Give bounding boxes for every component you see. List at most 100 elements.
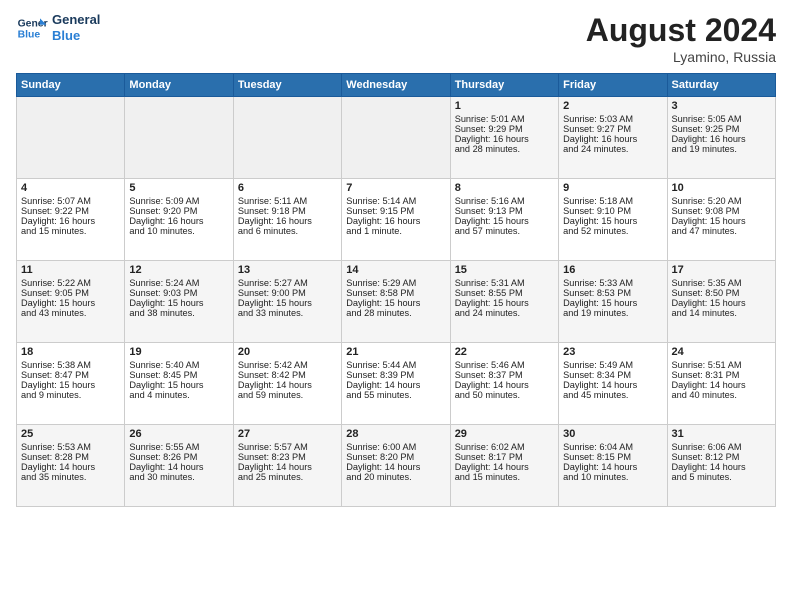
cell-content: and 15 minutes. xyxy=(21,226,120,236)
cell-content: Sunset: 8:37 PM xyxy=(455,370,554,380)
cell-content: Sunrise: 5:05 AM xyxy=(672,114,771,124)
day-number: 7 xyxy=(346,182,445,194)
cell-content: and 14 minutes. xyxy=(672,308,771,318)
cell-content: Sunset: 8:26 PM xyxy=(129,452,228,462)
day-number: 10 xyxy=(672,182,771,194)
calendar-cell: 3Sunrise: 5:05 AMSunset: 9:25 PMDaylight… xyxy=(667,97,775,179)
calendar-cell: 22Sunrise: 5:46 AMSunset: 8:37 PMDayligh… xyxy=(450,343,558,425)
calendar-cell: 25Sunrise: 5:53 AMSunset: 8:28 PMDayligh… xyxy=(17,425,125,507)
calendar-cell: 9Sunrise: 5:18 AMSunset: 9:10 PMDaylight… xyxy=(559,179,667,261)
cell-content: Daylight: 14 hours xyxy=(21,462,120,472)
cell-content: Sunrise: 5:27 AM xyxy=(238,278,337,288)
title-block: August 2024 Lyamino, Russia xyxy=(586,12,776,65)
cell-content: Sunset: 8:17 PM xyxy=(455,452,554,462)
cell-content: and 10 minutes. xyxy=(129,226,228,236)
cell-content: and 35 minutes. xyxy=(21,472,120,482)
cell-content: Sunrise: 5:35 AM xyxy=(672,278,771,288)
cell-content: Sunset: 8:39 PM xyxy=(346,370,445,380)
calendar-cell: 21Sunrise: 5:44 AMSunset: 8:39 PMDayligh… xyxy=(342,343,450,425)
weekday-header-thursday: Thursday xyxy=(450,74,558,97)
cell-content: Sunset: 9:22 PM xyxy=(21,206,120,216)
cell-content: Sunset: 8:53 PM xyxy=(563,288,662,298)
cell-content: Sunrise: 5:22 AM xyxy=(21,278,120,288)
calendar-cell: 29Sunrise: 6:02 AMSunset: 8:17 PMDayligh… xyxy=(450,425,558,507)
cell-content: Sunset: 8:45 PM xyxy=(129,370,228,380)
calendar-cell: 8Sunrise: 5:16 AMSunset: 9:13 PMDaylight… xyxy=(450,179,558,261)
cell-content: Sunset: 9:10 PM xyxy=(563,206,662,216)
cell-content: Daylight: 15 hours xyxy=(21,298,120,308)
cell-content: Sunrise: 5:44 AM xyxy=(346,360,445,370)
cell-content: Sunrise: 5:42 AM xyxy=(238,360,337,370)
cell-content: Sunrise: 5:14 AM xyxy=(346,196,445,206)
location-title: Lyamino, Russia xyxy=(586,49,776,65)
day-number: 1 xyxy=(455,100,554,112)
calendar-cell xyxy=(342,97,450,179)
calendar-cell: 28Sunrise: 6:00 AMSunset: 8:20 PMDayligh… xyxy=(342,425,450,507)
calendar-cell: 23Sunrise: 5:49 AMSunset: 8:34 PMDayligh… xyxy=(559,343,667,425)
cell-content: and 50 minutes. xyxy=(455,390,554,400)
calendar-cell: 30Sunrise: 6:04 AMSunset: 8:15 PMDayligh… xyxy=(559,425,667,507)
calendar-cell: 7Sunrise: 5:14 AMSunset: 9:15 PMDaylight… xyxy=(342,179,450,261)
cell-content: and 19 minutes. xyxy=(563,308,662,318)
cell-content: and 57 minutes. xyxy=(455,226,554,236)
cell-content: Daylight: 15 hours xyxy=(455,298,554,308)
logo-icon: General Blue xyxy=(16,12,48,44)
cell-content: Sunset: 8:34 PM xyxy=(563,370,662,380)
cell-content: Sunset: 8:28 PM xyxy=(21,452,120,462)
cell-content: Daylight: 16 hours xyxy=(238,216,337,226)
calendar-cell: 4Sunrise: 5:07 AMSunset: 9:22 PMDaylight… xyxy=(17,179,125,261)
cell-content: and 4 minutes. xyxy=(129,390,228,400)
cell-content: and 9 minutes. xyxy=(21,390,120,400)
calendar-cell: 24Sunrise: 5:51 AMSunset: 8:31 PMDayligh… xyxy=(667,343,775,425)
cell-content: Sunrise: 5:07 AM xyxy=(21,196,120,206)
cell-content: and 25 minutes. xyxy=(238,472,337,482)
cell-content: Sunset: 9:03 PM xyxy=(129,288,228,298)
weekday-header-row: SundayMondayTuesdayWednesdayThursdayFrid… xyxy=(17,74,776,97)
cell-content: and 28 minutes. xyxy=(346,308,445,318)
cell-content: Sunset: 9:20 PM xyxy=(129,206,228,216)
cell-content: and 19 minutes. xyxy=(672,144,771,154)
cell-content: Sunset: 9:13 PM xyxy=(455,206,554,216)
cell-content: Sunrise: 5:51 AM xyxy=(672,360,771,370)
day-number: 8 xyxy=(455,182,554,194)
day-number: 19 xyxy=(129,346,228,358)
cell-content: Daylight: 14 hours xyxy=(346,380,445,390)
cell-content: and 47 minutes. xyxy=(672,226,771,236)
cell-content: Sunrise: 5:31 AM xyxy=(455,278,554,288)
cell-content: Daylight: 14 hours xyxy=(672,462,771,472)
cell-content: Daylight: 15 hours xyxy=(563,216,662,226)
cell-content: Daylight: 15 hours xyxy=(129,298,228,308)
cell-content: and 33 minutes. xyxy=(238,308,337,318)
cell-content: Daylight: 14 hours xyxy=(563,462,662,472)
cell-content: Daylight: 14 hours xyxy=(129,462,228,472)
cell-content: Sunset: 8:42 PM xyxy=(238,370,337,380)
cell-content: Sunrise: 5:01 AM xyxy=(455,114,554,124)
cell-content: Sunrise: 5:09 AM xyxy=(129,196,228,206)
cell-content: Sunset: 8:15 PM xyxy=(563,452,662,462)
cell-content: Sunset: 9:27 PM xyxy=(563,124,662,134)
cell-content: Sunset: 9:05 PM xyxy=(21,288,120,298)
day-number: 5 xyxy=(129,182,228,194)
calendar-cell xyxy=(125,97,233,179)
cell-content: Sunrise: 5:49 AM xyxy=(563,360,662,370)
day-number: 26 xyxy=(129,428,228,440)
week-row-1: 1Sunrise: 5:01 AMSunset: 9:29 PMDaylight… xyxy=(17,97,776,179)
weekday-header-friday: Friday xyxy=(559,74,667,97)
day-number: 14 xyxy=(346,264,445,276)
cell-content: Daylight: 14 hours xyxy=(455,462,554,472)
cell-content: and 43 minutes. xyxy=(21,308,120,318)
cell-content: Sunrise: 5:18 AM xyxy=(563,196,662,206)
cell-content: Sunset: 8:23 PM xyxy=(238,452,337,462)
week-row-4: 18Sunrise: 5:38 AMSunset: 8:47 PMDayligh… xyxy=(17,343,776,425)
day-number: 17 xyxy=(672,264,771,276)
calendar-cell: 26Sunrise: 5:55 AMSunset: 8:26 PMDayligh… xyxy=(125,425,233,507)
cell-content: Daylight: 15 hours xyxy=(21,380,120,390)
day-number: 22 xyxy=(455,346,554,358)
calendar-cell: 1Sunrise: 5:01 AMSunset: 9:29 PMDaylight… xyxy=(450,97,558,179)
cell-content: Sunrise: 6:06 AM xyxy=(672,442,771,452)
logo: General Blue General Blue xyxy=(16,12,100,44)
day-number: 29 xyxy=(455,428,554,440)
weekday-header-saturday: Saturday xyxy=(667,74,775,97)
calendar-cell: 18Sunrise: 5:38 AMSunset: 8:47 PMDayligh… xyxy=(17,343,125,425)
calendar-cell: 16Sunrise: 5:33 AMSunset: 8:53 PMDayligh… xyxy=(559,261,667,343)
